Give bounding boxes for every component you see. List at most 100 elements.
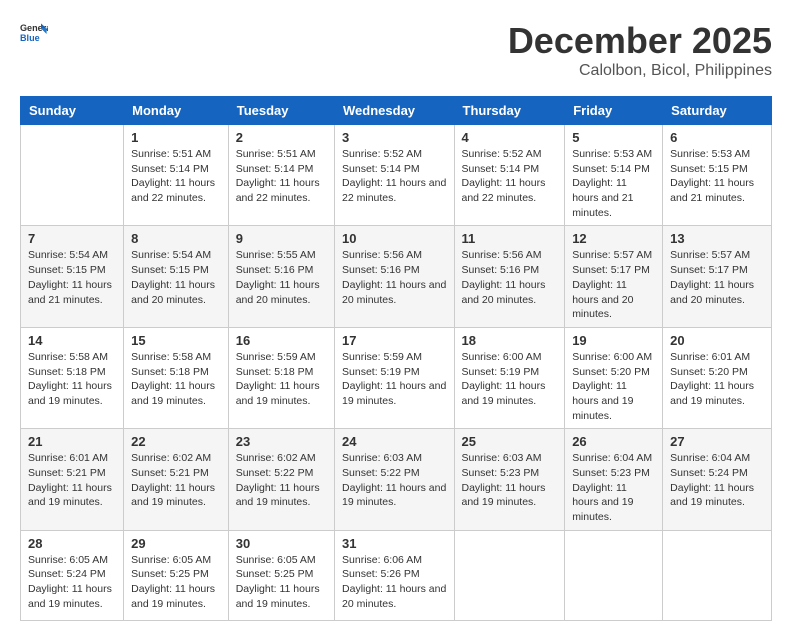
day-number: 5 [572, 130, 655, 145]
calendar-cell: 7 Sunrise: 5:54 AMSunset: 5:15 PMDaylight… [21, 226, 124, 327]
calendar-cell: 16 Sunrise: 5:59 AMSunset: 5:18 PMDayligh… [228, 327, 334, 428]
calendar-week-5: 28 Sunrise: 6:05 AMSunset: 5:24 PMDayligh… [21, 530, 772, 620]
calendar-cell: 19 Sunrise: 6:00 AMSunset: 5:20 PMDayligh… [565, 327, 663, 428]
day-info: Sunrise: 5:59 AMSunset: 5:18 PMDaylight:… [236, 350, 327, 409]
day-info: Sunrise: 5:51 AMSunset: 5:14 PMDaylight:… [131, 147, 221, 206]
calendar-cell: 25 Sunrise: 6:03 AMSunset: 5:23 PMDayligh… [454, 429, 565, 530]
day-info: Sunrise: 6:02 AMSunset: 5:22 PMDaylight:… [236, 451, 327, 510]
title-area: December 2025 Calolbon, Bicol, Philippin… [508, 20, 772, 80]
weekday-header-wednesday: Wednesday [335, 97, 454, 125]
weekday-header-tuesday: Tuesday [228, 97, 334, 125]
weekday-header-monday: Monday [124, 97, 229, 125]
day-number: 12 [572, 231, 655, 246]
day-info: Sunrise: 5:52 AMSunset: 5:14 PMDaylight:… [342, 147, 446, 206]
day-number: 22 [131, 434, 221, 449]
day-number: 19 [572, 333, 655, 348]
month-title: December 2025 [508, 20, 772, 62]
calendar-cell: 17Sunrise: 5:59 AMSunset: 5:19 PMDayligh… [335, 327, 454, 428]
day-number: 14 [28, 333, 116, 348]
day-info: Sunrise: 5:53 AMSunset: 5:15 PMDaylight:… [670, 147, 764, 206]
calendar-cell: 10 Sunrise: 5:56 AMSunset: 5:16 PMDayligh… [335, 226, 454, 327]
general-blue-logo-icon: General Blue [20, 20, 48, 48]
calendar-cell [454, 530, 565, 620]
day-info: Sunrise: 6:04 AMSunset: 5:23 PMDaylight:… [572, 451, 655, 524]
calendar-cell: 24 Sunrise: 6:03 AMSunset: 5:22 PMDayligh… [335, 429, 454, 530]
day-number: 4 [462, 130, 558, 145]
calendar-cell: 22 Sunrise: 6:02 AMSunset: 5:21 PMDayligh… [124, 429, 229, 530]
calendar-cell: 14 Sunrise: 5:58 AMSunset: 5:18 PMDayligh… [21, 327, 124, 428]
calendar-cell: 29Sunrise: 6:05 AMSunset: 5:25 PMDayligh… [124, 530, 229, 620]
day-number: 2 [236, 130, 327, 145]
day-number: 9 [236, 231, 327, 246]
calendar-cell: 9 Sunrise: 5:55 AMSunset: 5:16 PMDaylight… [228, 226, 334, 327]
svg-text:Blue: Blue [20, 33, 40, 43]
day-info: Sunrise: 5:51 AMSunset: 5:14 PMDaylight:… [236, 147, 327, 206]
calendar-cell: 27 Sunrise: 6:04 AMSunset: 5:24 PMDayligh… [663, 429, 772, 530]
day-number: 15 [131, 333, 221, 348]
day-info: Sunrise: 6:05 AMSunset: 5:25 PMDaylight:… [236, 553, 327, 612]
day-number: 8 [131, 231, 221, 246]
calendar-cell: 3Sunrise: 5:52 AMSunset: 5:14 PMDaylight… [335, 125, 454, 226]
calendar-cell: 28 Sunrise: 6:05 AMSunset: 5:24 PMDayligh… [21, 530, 124, 620]
day-number: 7 [28, 231, 116, 246]
day-info: Sunrise: 5:54 AMSunset: 5:15 PMDaylight:… [28, 248, 116, 307]
day-info: Sunrise: 6:00 AMSunset: 5:19 PMDaylight:… [462, 350, 558, 409]
calendar-cell: 15 Sunrise: 5:58 AMSunset: 5:18 PMDayligh… [124, 327, 229, 428]
calendar-cell: 21Sunrise: 6:01 AMSunset: 5:21 PMDayligh… [21, 429, 124, 530]
day-info: Sunrise: 5:56 AMSunset: 5:16 PMDaylight:… [342, 248, 446, 307]
day-info: Sunrise: 5:53 AMSunset: 5:14 PMDaylight:… [572, 147, 655, 220]
day-number: 28 [28, 536, 116, 551]
day-info: Sunrise: 6:03 AMSunset: 5:23 PMDaylight:… [462, 451, 558, 510]
day-info: Sunrise: 6:04 AMSunset: 5:24 PMDaylight:… [670, 451, 764, 510]
day-info: Sunrise: 5:52 AMSunset: 5:14 PMDaylight:… [462, 147, 558, 206]
calendar-cell: 11 Sunrise: 5:56 AMSunset: 5:16 PMDayligh… [454, 226, 565, 327]
day-number: 21 [28, 434, 116, 449]
calendar-cell: 12 Sunrise: 5:57 AMSunset: 5:17 PMDayligh… [565, 226, 663, 327]
day-info: Sunrise: 5:57 AMSunset: 5:17 PMDaylight:… [572, 248, 655, 321]
day-number: 24 [342, 434, 446, 449]
calendar-cell [21, 125, 124, 226]
weekday-header-row: SundayMondayTuesdayWednesdayThursdayFrid… [21, 97, 772, 125]
weekday-header-saturday: Saturday [663, 97, 772, 125]
calendar-cell: 26 Sunrise: 6:04 AMSunset: 5:23 PMDayligh… [565, 429, 663, 530]
calendar-cell: 2 Sunrise: 5:51 AMSunset: 5:14 PMDaylight… [228, 125, 334, 226]
day-info: Sunrise: 5:58 AMSunset: 5:18 PMDaylight:… [28, 350, 116, 409]
day-info: Sunrise: 5:55 AMSunset: 5:16 PMDaylight:… [236, 248, 327, 307]
day-info: Sunrise: 5:57 AMSunset: 5:17 PMDaylight:… [670, 248, 764, 307]
day-info: Sunrise: 6:06 AMSunset: 5:26 PMDaylight:… [342, 553, 446, 612]
day-info: Sunrise: 6:03 AMSunset: 5:22 PMDaylight:… [342, 451, 446, 510]
day-number: 11 [462, 231, 558, 246]
day-number: 16 [236, 333, 327, 348]
day-number: 10 [342, 231, 446, 246]
day-number: 25 [462, 434, 558, 449]
calendar-cell: 30 Sunrise: 6:05 AMSunset: 5:25 PMDayligh… [228, 530, 334, 620]
day-info: Sunrise: 6:05 AMSunset: 5:24 PMDaylight:… [28, 553, 116, 612]
day-info: Sunrise: 5:56 AMSunset: 5:16 PMDaylight:… [462, 248, 558, 307]
day-number: 30 [236, 536, 327, 551]
day-number: 13 [670, 231, 764, 246]
location-title: Calolbon, Bicol, Philippines [508, 62, 772, 80]
calendar-table: SundayMondayTuesdayWednesdayThursdayFrid… [20, 96, 772, 621]
day-number: 18 [462, 333, 558, 348]
calendar-week-2: 7 Sunrise: 5:54 AMSunset: 5:15 PMDaylight… [21, 226, 772, 327]
day-info: Sunrise: 6:02 AMSunset: 5:21 PMDaylight:… [131, 451, 221, 510]
calendar-cell: 8 Sunrise: 5:54 AMSunset: 5:15 PMDaylight… [124, 226, 229, 327]
day-info: Sunrise: 5:59 AMSunset: 5:19 PMDaylight:… [342, 350, 446, 409]
calendar-cell: 1Sunrise: 5:51 AMSunset: 5:14 PMDaylight… [124, 125, 229, 226]
day-info: Sunrise: 5:54 AMSunset: 5:15 PMDaylight:… [131, 248, 221, 307]
day-info: Sunrise: 6:05 AMSunset: 5:25 PMDaylight:… [131, 553, 221, 612]
day-number: 26 [572, 434, 655, 449]
day-number: 23 [236, 434, 327, 449]
day-number: 27 [670, 434, 764, 449]
weekday-header-thursday: Thursday [454, 97, 565, 125]
calendar-cell: 6 Sunrise: 5:53 AMSunset: 5:15 PMDaylight… [663, 125, 772, 226]
day-number: 6 [670, 130, 764, 145]
calendar-cell [663, 530, 772, 620]
calendar-cell: 20Sunrise: 6:01 AMSunset: 5:20 PMDayligh… [663, 327, 772, 428]
day-info: Sunrise: 6:00 AMSunset: 5:20 PMDaylight:… [572, 350, 655, 423]
calendar-week-1: 1Sunrise: 5:51 AMSunset: 5:14 PMDaylight… [21, 125, 772, 226]
calendar-week-3: 14 Sunrise: 5:58 AMSunset: 5:18 PMDayligh… [21, 327, 772, 428]
calendar-cell: 18 Sunrise: 6:00 AMSunset: 5:19 PMDayligh… [454, 327, 565, 428]
day-info: Sunrise: 5:58 AMSunset: 5:18 PMDaylight:… [131, 350, 221, 409]
calendar-cell: 4 Sunrise: 5:52 AMSunset: 5:14 PMDaylight… [454, 125, 565, 226]
